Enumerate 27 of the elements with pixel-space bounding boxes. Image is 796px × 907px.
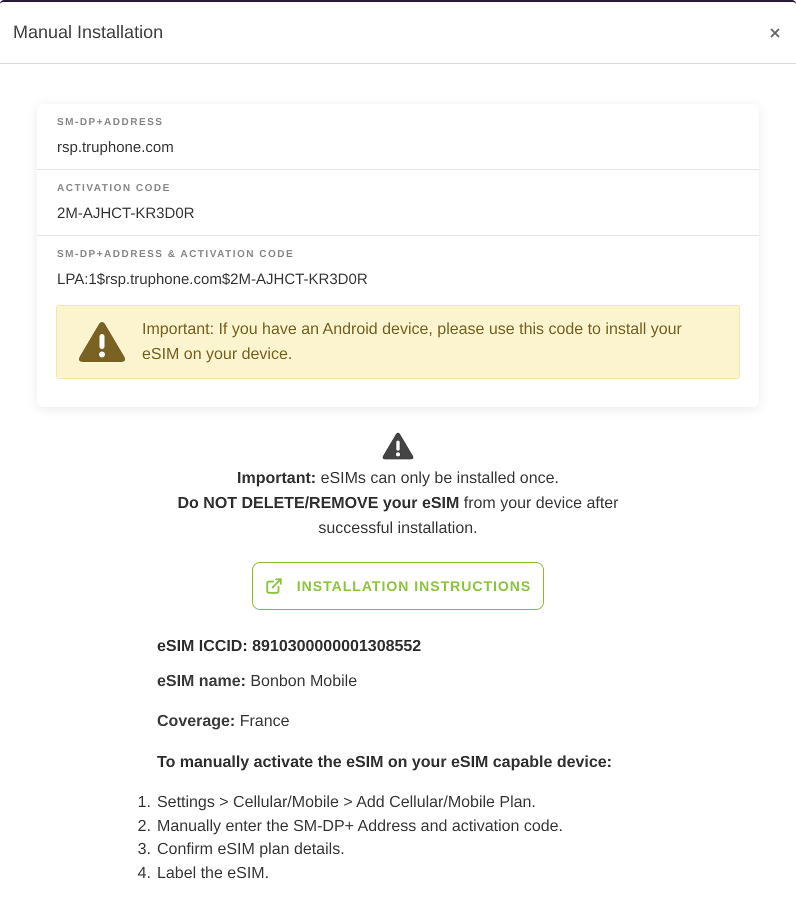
warning-icon xyxy=(382,432,414,460)
field-label: ACTIVATION CODE xyxy=(57,182,172,196)
close-icon[interactable] xyxy=(768,26,782,40)
instructions-heading: To manually activate the eSIM on your eSIM capable device: xyxy=(157,753,613,773)
field-value: 2M-AJHCT-KR3D0R xyxy=(57,204,196,224)
caution-text: Do NOT DELETE/REMOVE your eSIM from your device after successful installation. xyxy=(176,494,620,539)
coverage-text: Coverage: France xyxy=(157,712,290,732)
field-label: SM-DP+ADDRESS & ACTIVATION CODE xyxy=(57,248,296,262)
notice-text: Important: If you have an Android device, please use this code to install your eSIM on your device. xyxy=(142,320,683,365)
instructions-button[interactable]: INSTALLATION INSTRUCTIONS xyxy=(252,562,544,610)
step-text: Settings > Cellular/Mobile > Add Cellular/Mobile Plan. xyxy=(157,793,536,813)
field-value: rsp.truphone.com xyxy=(57,138,175,158)
step-number: 2. xyxy=(136,816,151,836)
field-label: SM-DP+ADDRESS xyxy=(57,116,164,130)
step-text: Confirm eSIM plan details. xyxy=(157,840,345,860)
field-value: LPA:1$rsp.truphone.com$2M-AJHCT-KR3D0R xyxy=(57,270,369,290)
warning-icon xyxy=(78,321,126,363)
external-link-icon xyxy=(264,577,283,595)
caution-text: Important: eSIMs can only be installed once. xyxy=(237,469,559,489)
dialog-title: Manual Installation xyxy=(13,21,164,44)
step-number: 1. xyxy=(136,793,151,813)
iccid-text: eSIM ICCID: 8910300000001308552 xyxy=(157,637,422,657)
step-text: Manually enter the SM-DP+ Address and activation code. xyxy=(157,816,563,836)
esim-name-text: eSIM name: Bonbon Mobile xyxy=(157,672,358,692)
step-number: 3. xyxy=(136,840,151,860)
step-number: 4. xyxy=(136,864,151,884)
step-text: Label the eSIM. xyxy=(157,864,270,884)
